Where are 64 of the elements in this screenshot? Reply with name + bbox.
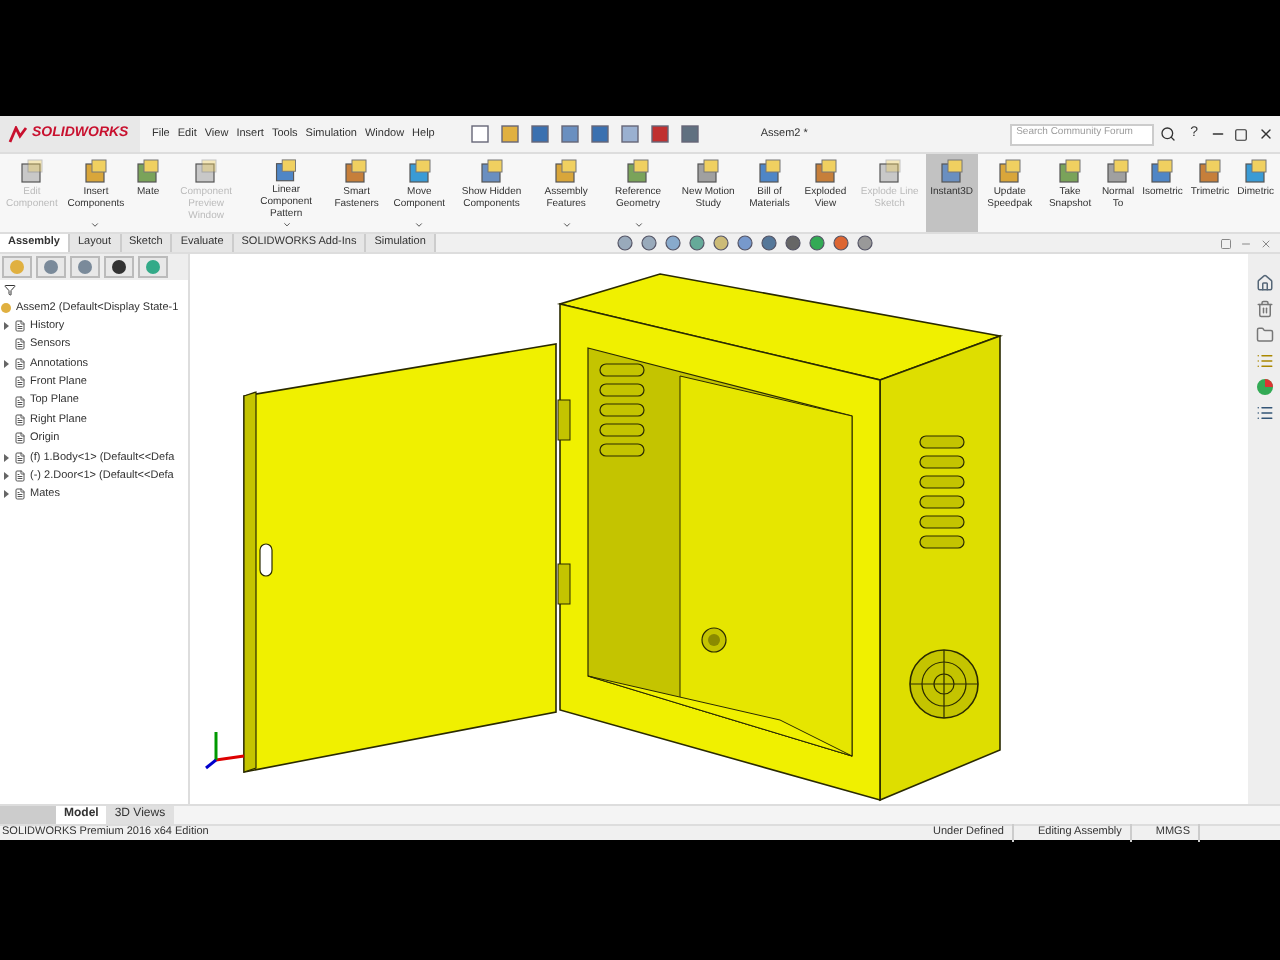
tool-icon (272, 158, 301, 185)
tool-icon (937, 158, 966, 186)
tool-icon (755, 158, 784, 186)
tool-icon (1104, 158, 1132, 186)
feature-icon (14, 357, 26, 370)
feature-icon (14, 319, 26, 332)
tool-icon (995, 158, 1024, 186)
feature-icon (14, 451, 26, 464)
feature-icon (14, 376, 26, 389)
tool-icon (81, 158, 110, 186)
expand-arrow-icon[interactable] (1, 321, 9, 330)
feature-icon (14, 432, 26, 445)
toolbar-icon[interactable] (560, 124, 581, 144)
toolbar-icon[interactable] (590, 124, 611, 144)
caret-icon (281, 220, 292, 230)
tool-icon (192, 158, 221, 186)
expand-arrow-icon[interactable] (1, 472, 9, 481)
caret-icon (414, 220, 425, 230)
toolbar-icon[interactable] (530, 124, 551, 144)
toolbar-icon[interactable] (470, 124, 491, 144)
tile-icon[interactable] (1220, 237, 1232, 249)
expand-arrow-icon[interactable] (1, 359, 9, 368)
tool-icon (1241, 158, 1270, 186)
folder-icon[interactable] (1255, 326, 1273, 344)
tool-icon (342, 158, 371, 186)
tool-icon (134, 158, 163, 186)
feature-icon (14, 488, 26, 501)
restore-icon[interactable] (1234, 127, 1248, 141)
tool-icon (811, 158, 840, 186)
toolbar-icon[interactable] (680, 124, 701, 144)
tool-icon (552, 158, 581, 186)
expand-arrow-icon[interactable] (1, 490, 9, 499)
ds-logo-icon (8, 125, 28, 143)
search-icon[interactable] (1160, 126, 1177, 142)
toolbar-icon[interactable] (620, 124, 641, 144)
panel-tab-icon[interactable] (104, 256, 134, 278)
tool-icon (624, 158, 652, 186)
caret-icon (90, 220, 101, 230)
feature-icon (14, 395, 26, 407)
caret-icon (633, 220, 643, 230)
home-icon[interactable] (1255, 274, 1273, 292)
feature-icon (14, 470, 26, 483)
assembly-icon (0, 302, 12, 315)
toolbar-icon[interactable] (650, 124, 671, 144)
tool-icon (875, 158, 904, 186)
properties-icon[interactable] (1255, 404, 1273, 422)
tool-icon (1148, 158, 1177, 186)
tool-icon (1056, 158, 1085, 186)
appearance-icon[interactable] (1255, 378, 1273, 396)
feature-icon (14, 413, 26, 426)
tool-icon (477, 158, 506, 186)
filter-icon[interactable] (4, 284, 16, 296)
toolbar-icon[interactable] (500, 124, 521, 144)
caret-icon (561, 220, 572, 230)
tool-icon (405, 158, 434, 186)
tool-icon (17, 158, 46, 186)
close-icon[interactable] (1258, 126, 1274, 142)
feature-icon (14, 338, 26, 351)
axis-triad-icon (205, 732, 245, 770)
scroll-bar[interactable] (0, 806, 56, 824)
tool-icon (1196, 158, 1225, 186)
expand-arrow-icon[interactable] (1, 453, 9, 462)
tool-icon (694, 158, 723, 186)
list-icon[interactable] (1255, 352, 1273, 370)
